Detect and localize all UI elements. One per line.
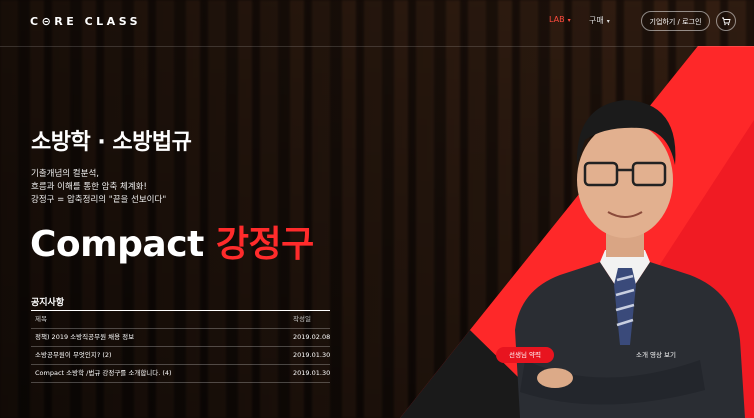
site-logo[interactable]: C⊝RE CLASS (30, 15, 141, 28)
notice-row[interactable]: Compact 소방학 /법규 강정구를 소개합니다. (4) 2019.01.… (31, 365, 330, 383)
login-button[interactable]: 기업하기 / 로그인 (641, 11, 710, 31)
compact-word: Compact (30, 224, 204, 265)
nav-item-lab[interactable]: LAB ▾ (549, 15, 571, 24)
nav-item-buy[interactable]: 구매 ▾ (589, 15, 610, 26)
cart-icon (722, 17, 731, 26)
notice-table: 제목 작성일 정책) 2019 소방직공무원 채용 정보 2019.02.08 … (31, 310, 330, 383)
notice-col-title: 제목 (35, 315, 47, 323)
intro-video-button[interactable]: 소개 영상 보기 (626, 347, 686, 363)
hero-title: 소방학 · 소방법규 (31, 130, 192, 155)
notice-row[interactable]: 정책) 2019 소방직공무원 채용 정보 2019.02.08 (31, 329, 330, 347)
compact-heading: Compact 강정구 (30, 215, 314, 267)
notice-col-date: 작성일 (293, 315, 311, 323)
instructor-name: 강정구 (215, 224, 314, 265)
notice-row-title[interactable]: 소방공무원이 무엇인지? (2) (35, 347, 112, 364)
notice-header-row: 제목 작성일 (31, 311, 330, 329)
hero-subtitle-line-1: 기출개념의 컬분석, (31, 169, 99, 179)
notice-title: 공지사항 (31, 298, 65, 308)
notice-row[interactable]: 소방공무원이 무엇인지? (2) 2019.01.30 (31, 347, 330, 365)
notice-row-date: 2019.01.30 (293, 369, 331, 377)
notice-row-date: 2019.01.30 (293, 351, 331, 359)
notice-row-date: 2019.02.08 (293, 333, 331, 341)
hero-subtitle-line-2: 흐름과 이해를 통한 암축 체계화! (31, 182, 147, 192)
chevron-down-icon: ▾ (606, 18, 610, 25)
hero-subtitle-line-3: 강정구 = 압축정리의 "끝을 선보이다" (31, 195, 167, 205)
teacher-profile-button[interactable]: 선생님 약력 (496, 347, 554, 363)
notice-row-title[interactable]: 정책) 2019 소방직공무원 채용 정보 (35, 329, 134, 346)
notice-row-title[interactable]: Compact 소방학 /법규 강정구를 소개합니다. (4) (35, 365, 172, 382)
cart-button[interactable] (716, 11, 736, 31)
chevron-down-icon: ▾ (567, 17, 571, 24)
site-header: C⊝RE CLASS LAB ▾ 구매 ▾ 기업하기 / 로그인 (0, 0, 754, 47)
